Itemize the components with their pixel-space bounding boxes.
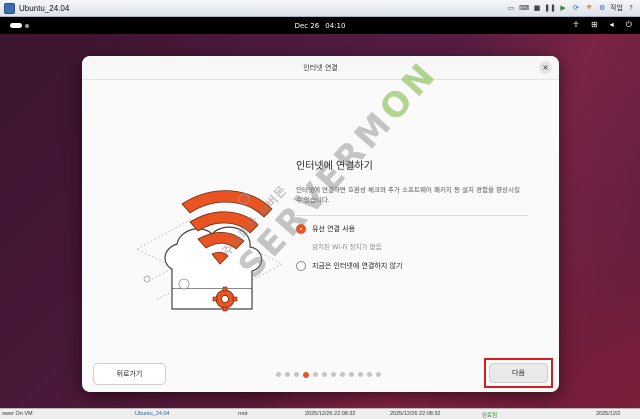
page-dot — [349, 372, 354, 377]
clock-date: Dec 26 — [294, 21, 320, 30]
close-icon: × — [542, 63, 549, 72]
activities-indicator[interactable] — [10, 23, 29, 28]
radio-no-connection[interactable] — [296, 261, 306, 271]
dialog-title: 인터넷 연결 — [303, 63, 338, 72]
refresh-icon[interactable]: ⟳ — [571, 2, 581, 13]
page-indicator — [276, 371, 381, 378]
page-dot — [313, 372, 318, 377]
power-icon[interactable]: ⏻ — [626, 20, 632, 30]
page-description: 인터넷에 연결하면 호환성 체크와 추가 소프트웨어 패키지 등 설치 경험을 … — [296, 186, 520, 204]
next-button[interactable]: 다음 — [489, 363, 548, 383]
page-dot-active — [303, 371, 309, 378]
workspace-pill — [10, 23, 22, 28]
keyboard-icon[interactable]: ⌨ — [519, 2, 529, 13]
back-button[interactable]: 뒤로가기 — [93, 363, 166, 385]
vm-window-title: Ubuntu_24.04 — [19, 3, 70, 13]
system-tray[interactable]: ☥ ⊞ ◂ ⏻ — [573, 20, 632, 30]
dialog-content: 인터넷에 연결하기 인터넷에 연결하면 호환성 체크와 추가 소프트웨어 패키지… — [296, 157, 528, 276]
option-wired-label: 유선 연결 사용 — [312, 225, 356, 233]
wifi-not-found-note: 감지된 Wi-Fi 장치가 없음 — [312, 243, 382, 251]
gear-icon[interactable]: ⚙ — [597, 2, 607, 13]
internet-connection-dialog: 인터넷 연결 × 인터넷에 연결하기 인터넷에 연결하면 호환성 체크와 추가 … — [82, 56, 559, 392]
page-dot — [340, 372, 345, 377]
display-icon[interactable]: ▭ — [506, 2, 516, 13]
actions-menu[interactable]: 작업 — [610, 3, 623, 13]
page-dot — [367, 372, 372, 377]
page-dot — [358, 372, 363, 377]
network-icon[interactable]: ⊞ — [591, 20, 598, 30]
task-start-time: 2025/12/26 22:08:32 — [390, 411, 441, 417]
next-button-highlight: 다음 — [484, 358, 553, 388]
page-dot — [285, 372, 290, 377]
page-dot — [322, 372, 327, 377]
gnome-top-bar: Dec 26 04:10 ☥ ⊞ ◂ ⏻ — [0, 17, 640, 34]
page-dot — [276, 372, 281, 377]
vm-toolbar: ▭ ⌨ ■ ❚❚ ▶ ⟳ ⎈ ⚙ 작업 ? — [506, 2, 636, 13]
stop-icon[interactable]: ■ — [532, 2, 542, 13]
option-wired[interactable]: 유선 연결 사용 — [296, 219, 528, 239]
option-no-connection-label: 지금은 인터넷에 연결하지 않기 — [312, 262, 403, 270]
task-target[interactable]: Ubuntu_24.04 — [135, 411, 170, 417]
wifi-illustration — [135, 190, 284, 312]
usb-icon[interactable]: ⎈ — [584, 2, 594, 13]
close-button[interactable]: × — [539, 61, 552, 74]
vm-app-icon — [4, 2, 15, 14]
radio-wired[interactable] — [296, 224, 306, 234]
dialog-header: 인터넷 연결 × — [82, 56, 559, 80]
task-user: root — [238, 411, 248, 417]
volume-icon[interactable]: ◂ — [610, 20, 614, 30]
page-dot — [294, 372, 299, 377]
option-no-connection[interactable]: 지금은 인터넷에 연결하지 않기 — [296, 256, 528, 276]
pause-icon[interactable]: ❚❚ — [544, 2, 556, 13]
vm-window-titlebar: Ubuntu_24.04 ▭ ⌨ ■ ❚❚ ▶ ⟳ ⎈ ⚙ 작업 ? — [0, 0, 640, 17]
task-status: 완료됨 — [482, 413, 498, 419]
task-queued-time: 2025/12/26 22:08:32 — [305, 411, 356, 417]
page-dot — [376, 372, 381, 377]
accessibility-icon[interactable]: ☥ — [573, 20, 579, 30]
clock-time: 04:10 — [325, 21, 346, 30]
help-icon[interactable]: ? — [626, 2, 636, 13]
host-status-bar: ower On VM Ubuntu_24.04 root 2025/12/26 … — [0, 408, 640, 419]
divider — [296, 215, 528, 216]
workspace-dot — [25, 23, 29, 28]
task-end-time: 2025/12/2 — [596, 411, 621, 417]
page-heading: 인터넷에 연결하기 — [296, 161, 373, 172]
page-dot — [331, 372, 336, 377]
task-name: ower On VM — [2, 411, 33, 417]
clock[interactable]: Dec 26 04:10 — [295, 22, 346, 30]
play-icon[interactable]: ▶ — [558, 2, 568, 13]
